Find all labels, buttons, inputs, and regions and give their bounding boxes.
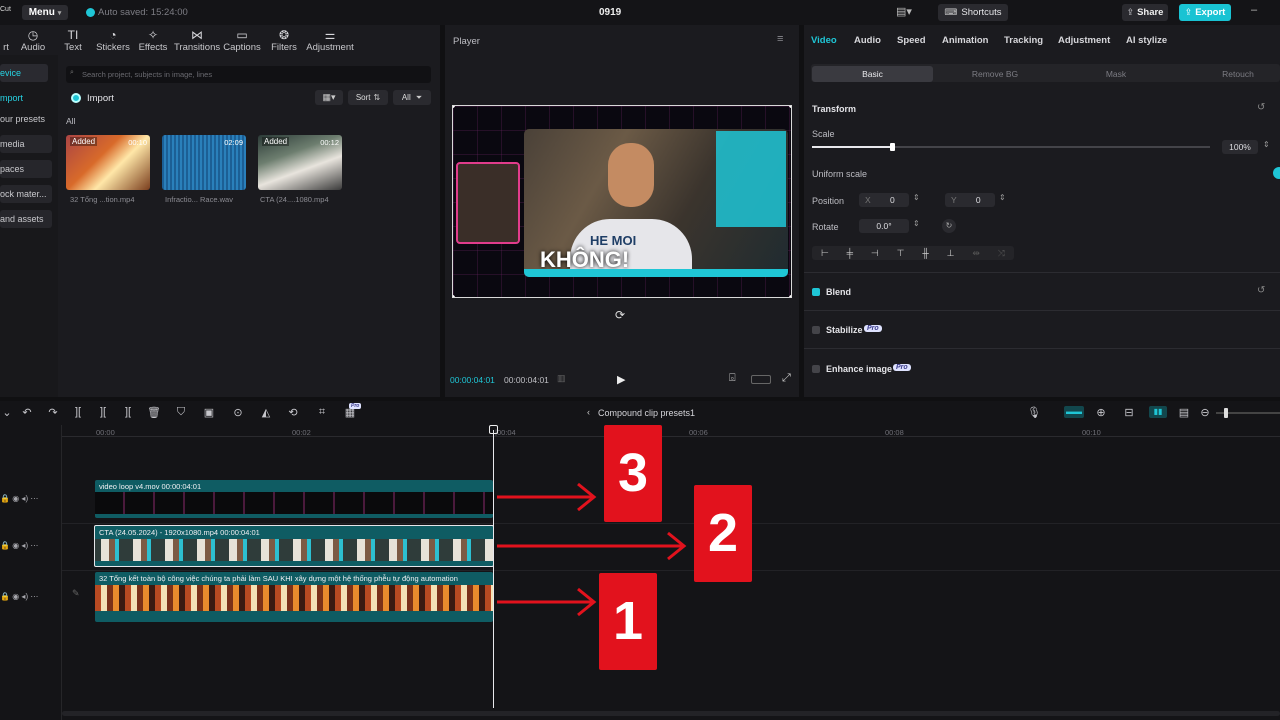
callout-2: 2 <box>694 485 752 582</box>
timeline-scrollbar[interactable] <box>62 711 1280 716</box>
callout-3: 3 <box>604 425 662 522</box>
callout-1: 1 <box>599 573 657 670</box>
